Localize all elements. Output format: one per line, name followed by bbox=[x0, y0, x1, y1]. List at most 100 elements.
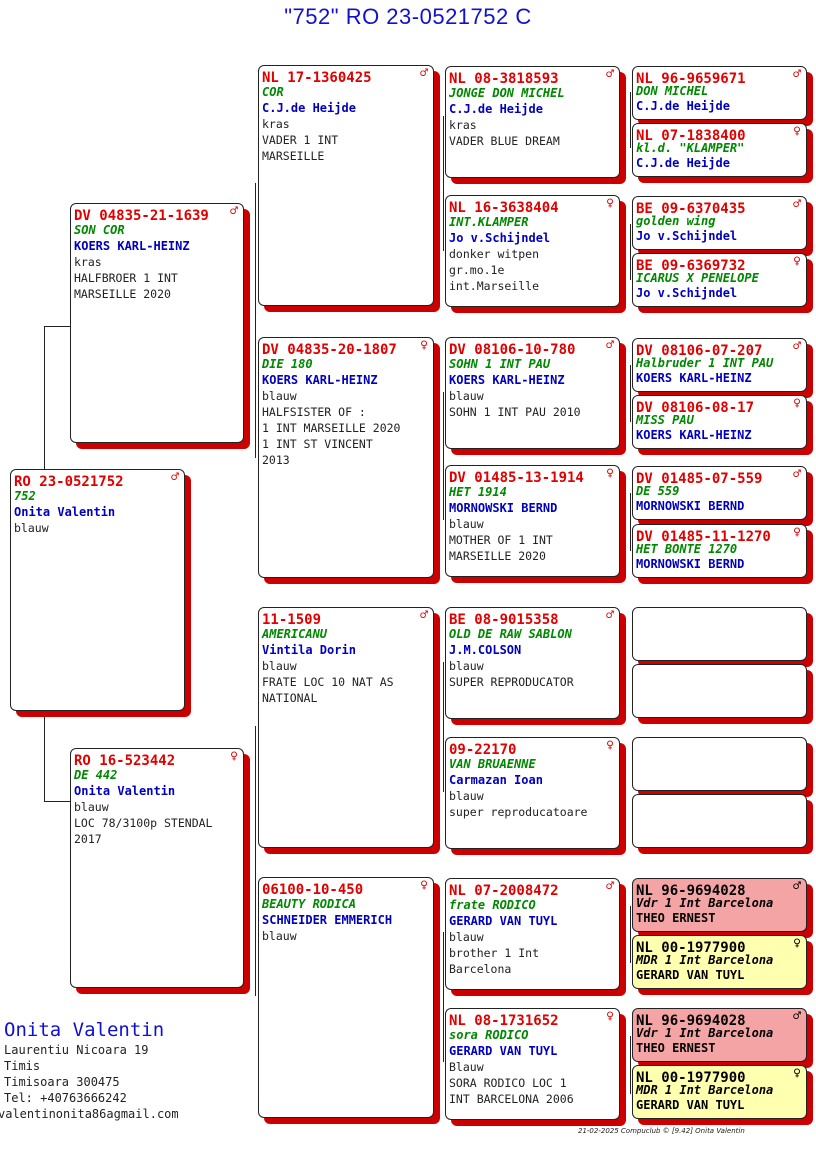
owner-name: KOERS KARL-HEINZ bbox=[449, 373, 565, 387]
pedigree-card-empty[interactable] bbox=[632, 607, 807, 661]
connector-line bbox=[630, 906, 631, 963]
owner-name: Jo v.Schijndel bbox=[636, 286, 738, 300]
bird-name: VAN BRUAENNE bbox=[449, 757, 536, 771]
breeder-street: Laurentiu Nicoara 19 bbox=[4, 1043, 149, 1057]
pedigree-card-g2[interactable]: NL 07-1838400 ♀ kl.d. "KLAMPER" C.J.de He… bbox=[632, 123, 807, 177]
female-icon: ♀ bbox=[793, 936, 801, 951]
female-icon: ♀ bbox=[420, 878, 428, 893]
pedigree-card-g4[interactable]: BE 09-6369732 ♀ ICARUS X PENELOPE Jo v.Sc… bbox=[632, 253, 807, 307]
connector-line bbox=[630, 365, 631, 422]
female-icon: ♀ bbox=[793, 254, 801, 269]
bird-name: SOHN 1 INT PAU bbox=[449, 357, 551, 371]
ring-number: RO 23-0521752 bbox=[14, 474, 124, 490]
bird-info: donker witpen gr.mo.1e int.Marseille bbox=[449, 247, 540, 293]
pedigree-card-g14[interactable]: NL 00-1977900 ♀ MDR 1 Int Barcelona GERAR… bbox=[632, 935, 807, 989]
pedigree-card-dss[interactable]: BE 08-9015358 ♂ OLD DE RAW SABLON J.M.COL… bbox=[445, 607, 620, 719]
ring-number: NL 00-1977900 bbox=[636, 940, 746, 956]
ring-number: DV 08106-07-207 bbox=[636, 343, 763, 359]
bird-info: blauw bbox=[262, 929, 297, 943]
owner-name: Vintila Dorin bbox=[262, 643, 356, 657]
pedigree-card-empty[interactable] bbox=[632, 737, 807, 791]
female-icon: ♀ bbox=[230, 749, 238, 764]
connector-line bbox=[443, 932, 444, 1062]
pedigree-card-g8[interactable]: DV 01485-11-1270 ♀ HET BONTE 1270 MORNOWS… bbox=[632, 524, 807, 578]
pedigree-card-g7[interactable]: DV 01485-07-559 ♂ DE 559 MORNOWSKI BERND bbox=[632, 466, 807, 520]
pedigree-card-sire-sire[interactable]: NL 17-1360425 ♂ COR C.J.de Heijde kras VA… bbox=[258, 65, 434, 306]
breeder-email: valentinonita86agmail.com bbox=[0, 1107, 179, 1121]
pedigree-card-g3[interactable]: BE 09-6370435 ♂ golden wing Jo v.Schijnde… bbox=[632, 196, 807, 250]
ring-number: NL 07-1838400 bbox=[636, 128, 746, 144]
female-icon: ♀ bbox=[793, 525, 801, 540]
bird-name: HET 1914 bbox=[449, 485, 507, 499]
bird-name: COR bbox=[262, 85, 284, 99]
pedigree-card-g13[interactable]: NL 96-9694028 ♂ Vdr 1 Int Barcelona THEO … bbox=[632, 878, 807, 932]
pedigree-card-dam[interactable]: RO 16-523442 ♀ DE 442 Onita Valentin blau… bbox=[70, 748, 244, 988]
connector-line bbox=[630, 92, 631, 148]
pedigree-card-sss[interactable]: NL 08-3818593 ♂ JONGE DON MICHEL C.J.de H… bbox=[445, 66, 620, 178]
pedigree-card-sire-dam[interactable]: DV 04835-20-1807 ♀ DIE 180 KOERS KARL-HEI… bbox=[258, 337, 434, 578]
bird-info: blauw LOC 78/3100p STENDAL 2017 bbox=[74, 800, 213, 846]
pedigree-card-ddd[interactable]: NL 08-1731652 ♀ sora RODICO GERARD VAN TU… bbox=[445, 1008, 620, 1120]
owner-name: THEO ERNEST bbox=[636, 911, 716, 925]
ring-number: BE 08-9015358 bbox=[449, 612, 559, 628]
ring-number: NL 96-9694028 bbox=[636, 1013, 746, 1029]
ring-number: DV 01485-13-1914 bbox=[449, 470, 584, 486]
ring-number: DV 01485-11-1270 bbox=[636, 529, 771, 545]
female-icon: ♀ bbox=[606, 738, 614, 753]
bird-info: blauw FRATE LOC 10 NAT AS NATIONAL bbox=[262, 659, 394, 705]
pedigree-card-dsd[interactable]: 09-22170 ♀ VAN BRUAENNE Carmazan Ioan bla… bbox=[445, 737, 620, 849]
bird-info: kras VADER 1 INT MARSEILLE bbox=[262, 117, 339, 163]
pedigree-card-dam-dam[interactable]: 06100-10-450 ♀ BEAUTY RODICA SCHNEIDER EM… bbox=[258, 877, 434, 1118]
bird-name: SON COR bbox=[74, 223, 125, 237]
ring-number: 09-22170 bbox=[449, 742, 517, 758]
connector-line bbox=[630, 493, 631, 551]
owner-name: MORNOWSKI BERND bbox=[636, 557, 745, 571]
bird-info: kras VADER BLUE DREAM bbox=[449, 118, 560, 148]
pedigree-card-g15[interactable]: NL 96-9694028 ♂ Vdr 1 Int Barcelona THEO … bbox=[632, 1008, 807, 1062]
pedigree-card-g5[interactable]: DV 08106-07-207 ♂ Halbruder 1 INT PAU KOE… bbox=[632, 338, 807, 392]
connector-line bbox=[630, 224, 631, 280]
pedigree-card-dds[interactable]: NL 07-2008472 ♂ frate RODICO GERARD VAN T… bbox=[445, 878, 620, 990]
breeder-address: Onita Valentin Laurentiu Nicoara 19 Timi… bbox=[0, 1018, 179, 1122]
bird-info: blauw brother 1 Int Barcelona bbox=[449, 930, 540, 976]
ring-number: DV 08106-08-17 bbox=[636, 400, 755, 416]
connector-line bbox=[44, 801, 71, 802]
bird-info: blauw SUPER REPRODUCATOR bbox=[449, 659, 574, 689]
pedigree-card-empty[interactable] bbox=[632, 794, 807, 848]
owner-name: KOERS KARL-HEINZ bbox=[636, 371, 752, 385]
male-icon: ♂ bbox=[793, 339, 801, 354]
bird-info: blauw super reproducatoare bbox=[449, 789, 588, 819]
male-icon: ♂ bbox=[606, 879, 614, 894]
connector-line bbox=[44, 711, 45, 801]
ring-number: DV 01485-07-559 bbox=[636, 471, 763, 487]
pedigree-card-dam-sire[interactable]: 11-1509 ♂ AMERICANU Vintila Dorin blauw F… bbox=[258, 607, 434, 848]
female-icon: ♀ bbox=[420, 338, 428, 353]
pedigree-card-g6[interactable]: DV 08106-08-17 ♀ MISS PAU KOERS KARL-HEIN… bbox=[632, 395, 807, 449]
pedigree-card-sdd[interactable]: DV 01485-13-1914 ♀ HET 1914 MORNOWSKI BER… bbox=[445, 465, 620, 577]
ring-number: DV 08106-10-780 bbox=[449, 342, 576, 358]
male-icon: ♂ bbox=[420, 66, 428, 81]
ring-number: 06100-10-450 bbox=[262, 882, 364, 898]
pedigree-card-g1[interactable]: NL 96-9659671 ♂ DON MICHEL C.J.de Heijde bbox=[632, 66, 807, 120]
bird-name: 752 bbox=[14, 489, 36, 503]
pedigree-card-subject[interactable]: RO 23-0521752 ♂ 752 Onita Valentin blauw bbox=[10, 469, 185, 711]
owner-name: Onita Valentin bbox=[74, 784, 176, 798]
ring-number: DV 04835-21-1639 bbox=[74, 208, 209, 224]
pedigree-card-sire[interactable]: DV 04835-21-1639 ♂ SON COR KOERS KARL-HEI… bbox=[70, 203, 244, 443]
owner-name: Onita Valentin bbox=[14, 505, 116, 519]
ring-number: NL 96-9694028 bbox=[636, 883, 746, 899]
pedigree-card-ssd[interactable]: NL 16-3638404 ♀ INT.KLAMPER Jo v.Schijnde… bbox=[445, 195, 620, 307]
breeder-region: Timis bbox=[4, 1059, 41, 1073]
ring-number: NL 07-2008472 bbox=[449, 883, 559, 899]
pedigree-card-sds[interactable]: DV 08106-10-780 ♂ SOHN 1 INT PAU KOERS KA… bbox=[445, 337, 620, 449]
ring-number: NL 08-3818593 bbox=[449, 71, 559, 87]
footer-credit: 21-02-2025 Compuclub © [9.42] Onita Vale… bbox=[578, 1127, 745, 1135]
bird-name: frate RODICO bbox=[449, 898, 536, 912]
pedigree-card-empty[interactable] bbox=[632, 664, 807, 718]
bird-info: blauw bbox=[14, 521, 49, 535]
female-icon: ♀ bbox=[606, 466, 614, 481]
ring-number: NL 17-1360425 bbox=[262, 70, 372, 86]
male-icon: ♂ bbox=[793, 67, 801, 82]
pedigree-card-g16[interactable]: NL 00-1977900 ♀ MDR 1 Int Barcelona GERAR… bbox=[632, 1065, 807, 1119]
breeder-city: Timisoara 300475 bbox=[4, 1075, 120, 1089]
